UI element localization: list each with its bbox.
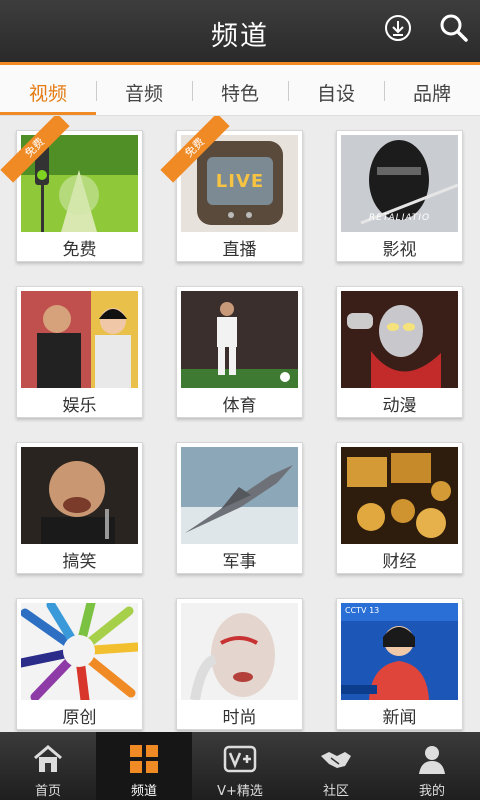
tab-audio[interactable]: 音频	[96, 65, 192, 115]
nav-channels[interactable]: 频道	[96, 732, 192, 800]
channel-thumbnail	[21, 603, 138, 700]
channel-label: 军事	[222, 552, 257, 572]
channel-label: 影视	[382, 240, 417, 260]
home-icon	[34, 745, 62, 772]
channel-thumbnail: CCTV 13	[341, 603, 458, 700]
channel-card-fashion[interactable]: 时尚	[176, 598, 303, 730]
tab-custom[interactable]: 自设	[288, 65, 384, 115]
nav-community-label: 社区	[322, 784, 349, 799]
download-icon[interactable]	[382, 12, 414, 44]
channel-thumbnail	[341, 291, 458, 388]
person-icon	[419, 746, 445, 774]
live-text: LIVE	[215, 171, 265, 192]
channel-thumbnail	[21, 291, 138, 388]
channel-card-entertainment[interactable]: 娱乐	[16, 286, 143, 418]
channel-label: 原创	[62, 708, 97, 728]
nav-channels-label: 频道	[130, 784, 157, 799]
channel-card-finance[interactable]: 财经	[336, 442, 463, 574]
channel-card-movies[interactable]: RETALIATIO 影视	[336, 130, 463, 262]
bottom-nav: 首页 频道 V+精选 社区 我的	[0, 732, 480, 800]
channel-label: 搞笑	[62, 552, 97, 572]
channel-thumbnail	[181, 447, 298, 544]
channel-card-original[interactable]: 原创	[16, 598, 143, 730]
handshake-icon	[321, 752, 351, 768]
channel-label: 新闻	[382, 708, 417, 728]
channel-thumbnail	[181, 603, 298, 700]
channel-card-anime[interactable]: 动漫	[336, 286, 463, 418]
channel-thumbnail	[341, 447, 458, 544]
news-channel-logo: CCTV 13	[345, 606, 380, 615]
channel-grid: 免费 免费 LIVE 免费 直播 RETALIATIO 影视 娱乐 体育 动漫 …	[0, 116, 480, 732]
channel-label: 直播	[222, 240, 257, 260]
nav-vplus-label: V+精选	[217, 784, 263, 799]
channel-label: 财经	[382, 552, 417, 572]
channels-grid-icon	[130, 745, 158, 773]
nav-home-label: 首页	[34, 784, 61, 799]
channel-card-news[interactable]: CCTV 13 新闻	[336, 598, 463, 730]
channel-card-sports[interactable]: 体育	[176, 286, 303, 418]
search-icon[interactable]	[438, 12, 470, 44]
movie-title-text: RETALIATIO	[368, 213, 431, 223]
channel-card-live[interactable]: LIVE 免费 直播	[160, 116, 303, 262]
category-tabs: 视频 音频 特色 自设 品牌	[0, 62, 480, 116]
channel-card-free[interactable]: 免费 免费	[0, 116, 143, 262]
nav-me-label: 我的	[418, 784, 445, 799]
tab-featured[interactable]: 特色	[192, 65, 288, 115]
tab-video[interactable]: 视频	[0, 65, 96, 115]
channel-thumbnail	[181, 291, 298, 388]
channel-label: 时尚	[222, 708, 257, 728]
channel-label: 体育	[222, 396, 257, 416]
vplus-icon	[223, 745, 257, 773]
tab-brand[interactable]: 品牌	[384, 65, 480, 115]
nav-me[interactable]: 我的	[384, 732, 480, 800]
channel-thumbnail	[21, 447, 138, 544]
nav-vplus[interactable]: V+精选	[192, 732, 288, 800]
nav-community[interactable]: 社区	[288, 732, 384, 800]
channel-thumbnail: RETALIATIO	[341, 135, 458, 232]
channel-label: 免费	[62, 240, 97, 260]
channel-card-comedy[interactable]: 搞笑	[16, 442, 143, 574]
channel-card-military[interactable]: 军事	[176, 442, 303, 574]
nav-home[interactable]: 首页	[0, 732, 96, 800]
title-bar: 频道	[0, 0, 480, 62]
channel-label: 娱乐	[62, 396, 97, 416]
channel-label: 动漫	[382, 396, 417, 416]
